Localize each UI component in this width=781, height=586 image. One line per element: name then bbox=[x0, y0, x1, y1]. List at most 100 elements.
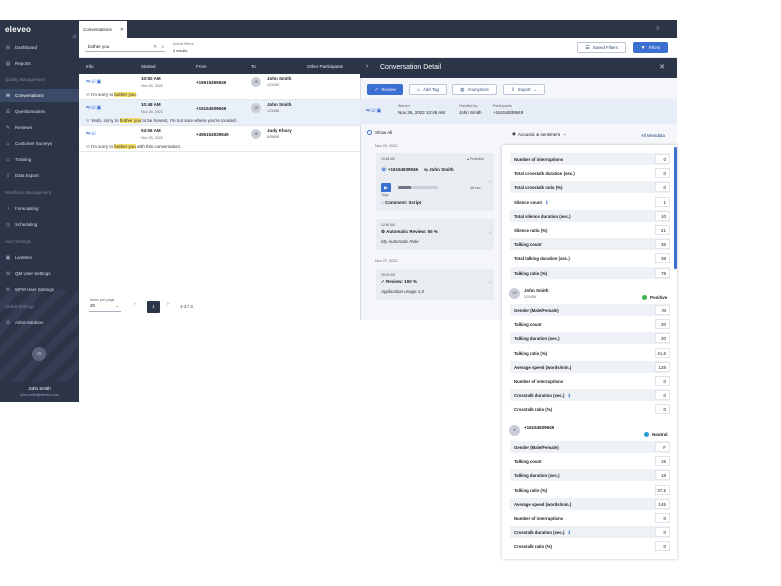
reports-icon: ▤ bbox=[5, 60, 11, 67]
anonymize-button[interactable]: ◍ Anonymize bbox=[452, 84, 497, 95]
user-avatar[interactable]: JS bbox=[32, 347, 46, 361]
sidebar-item-data-export[interactable]: ⇪ Data Export bbox=[0, 169, 79, 182]
card-time: 09:03 AM bbox=[381, 273, 395, 277]
sidebar-item-scheduling[interactable]: ◷ Scheduling bbox=[0, 218, 79, 231]
search-icon[interactable]: ⌕ bbox=[161, 44, 164, 49]
metadata-label: Silence count ℹ bbox=[514, 199, 548, 205]
sidebar-item-wfm-user-settings[interactable]: ⚙ WFM User Settings bbox=[0, 283, 79, 296]
started-value: Nov 26, 2022 10:48 AM bbox=[398, 110, 446, 115]
close-tab-icon[interactable]: ✕ bbox=[120, 27, 124, 33]
info-icon[interactable]: ℹ bbox=[568, 530, 570, 535]
metadata-value: 10 bbox=[655, 210, 670, 221]
schedule-icon: ◷ bbox=[5, 221, 11, 228]
items-per-page-select[interactable]: 20 ⌄ bbox=[89, 303, 121, 312]
page-current[interactable]: 1 bbox=[147, 301, 160, 313]
metadata-label: Crosstalk duration (sec.) ℹ bbox=[514, 530, 571, 536]
sidebar-item-training[interactable]: ▭ Training bbox=[0, 153, 79, 166]
clear-search-icon[interactable]: ✕ bbox=[153, 44, 157, 50]
chevron-right-icon[interactable]: › bbox=[489, 230, 491, 236]
settings-icon: ⚙ bbox=[5, 270, 11, 277]
next-page-icon[interactable]: › bbox=[167, 301, 169, 307]
sidebar-item-questionnaires[interactable]: ☰ Questionnaires bbox=[0, 105, 79, 118]
metadata-row: Silence count ℹ 1 bbox=[510, 196, 670, 208]
chevron-right-icon[interactable]: › bbox=[489, 280, 491, 286]
info-icon[interactable]: ℹ bbox=[546, 200, 548, 205]
anonymize-icon: ◍ bbox=[460, 86, 465, 93]
sentiment-dot bbox=[644, 432, 649, 437]
collapse-sidebar-icon[interactable]: ‹ bbox=[72, 34, 77, 39]
chevron-right-icon[interactable]: › bbox=[489, 179, 491, 185]
tab-conversations[interactable]: Conversations ✕ bbox=[79, 21, 127, 38]
col-started[interactable]: Started bbox=[141, 64, 156, 69]
col-from[interactable]: From bbox=[196, 64, 207, 69]
col-info[interactable]: Info bbox=[86, 64, 94, 69]
conversations-icon: ✉ bbox=[5, 92, 11, 99]
add-tag-button[interactable]: ⌂ Add Tag bbox=[409, 84, 447, 95]
sidebar-item-reviews[interactable]: ✎ Reviews bbox=[0, 121, 79, 134]
table-row[interactable]: ⇆☏▣ 10:48 AM Nov 26, 2022 +16154939949 J… bbox=[79, 100, 360, 126]
play-button[interactable]: ▶ bbox=[381, 183, 391, 192]
sidebar-item-qm-user-settings[interactable]: ⚙ QM User Settings bbox=[0, 267, 79, 280]
export-label: Export bbox=[518, 87, 531, 92]
sidebar-item-administration[interactable]: ⚙ Administration bbox=[0, 316, 79, 329]
sidebar-item-dashboard[interactable]: ⊞ Dashboard bbox=[0, 41, 79, 54]
chevron-down-icon: ⌄ bbox=[562, 131, 567, 136]
chevron-right-icon[interactable]: › bbox=[366, 63, 368, 70]
metadata-label: Crosstalk duration (sec.) ℹ bbox=[514, 393, 571, 399]
metadata-value: 0 bbox=[655, 168, 670, 179]
call-icons: ⇆☏▣ bbox=[366, 108, 382, 114]
export-button[interactable]: ⇪ Export ⌄ bbox=[503, 84, 545, 95]
col-to[interactable]: To bbox=[251, 64, 256, 69]
search-value: bother you bbox=[88, 44, 110, 49]
sidebar-item-label: Reviews bbox=[15, 125, 33, 130]
col-other-participants[interactable]: Other Participants bbox=[307, 64, 343, 69]
all-metadata-link[interactable]: All Metadata bbox=[641, 133, 665, 138]
metadata-label: Silence ratio (%) bbox=[514, 228, 548, 233]
metadata-label: Talking ratio (%) bbox=[514, 487, 548, 493]
sidebar-item-livemon[interactable]: ▣ LiveMon bbox=[0, 251, 79, 264]
row-to-id: 123456 bbox=[267, 109, 279, 113]
metadata-row: Talking ratio (%) 79 bbox=[510, 266, 670, 279]
timeline-card-review[interactable]: 09:03 AM ✓ Review: 100 % Application usa… bbox=[376, 269, 494, 300]
sidebar-item-conversations[interactable]: ✉ Conversations bbox=[0, 89, 79, 102]
snippet-pre: Yeah, sorry to bbox=[90, 118, 120, 123]
row-date: Nov 26, 2022 bbox=[141, 110, 163, 114]
timeline-card-call[interactable]: 10:48 AM 🔒︎ Protected ☏ +16154939949 ⇆ Jo… bbox=[376, 153, 494, 211]
filters-label: Filters bbox=[648, 45, 661, 50]
metadata-row: Talking count 15 bbox=[510, 455, 670, 467]
sidebar-item-reports[interactable]: ▤ Reports bbox=[0, 57, 79, 70]
active-filters-label: Active filters bbox=[173, 42, 194, 46]
timeline-card-auto-review[interactable]: 10:50 AM ⚙ Automatic Review: 55 % My Aut… bbox=[376, 219, 494, 250]
sidebar-item-label: Forecasting bbox=[15, 206, 39, 211]
scrollbar[interactable] bbox=[674, 147, 677, 269]
review-button[interactable]: ✓ Review bbox=[367, 84, 403, 95]
call-icons: ⇆☏ bbox=[86, 131, 97, 137]
conversation-meta: ⇆☏▣ Started Nov 26, 2022 10:48 AM Handle… bbox=[360, 99, 677, 124]
menu-icon[interactable]: ≡ bbox=[656, 26, 660, 32]
table-row[interactable]: ⇆☏ 04:56 AM Nov 25, 2022 +496154939949 J… bbox=[79, 126, 360, 152]
detail-title: Conversation Detail bbox=[380, 64, 442, 71]
avatar: JK bbox=[251, 129, 261, 139]
search-input[interactable]: bother you ✕ ⌕ bbox=[85, 42, 165, 52]
snippet-highlight: bother you bbox=[119, 118, 142, 123]
sidebar-item-forecasting[interactable]: ◔ Forecasting bbox=[0, 202, 79, 215]
avatar: JS bbox=[509, 288, 520, 299]
metadata-row: Silence ratio (%) 21 bbox=[510, 224, 670, 236]
sidebar-item-customer-surveys[interactable]: ☺ Customer Surveys bbox=[0, 137, 79, 150]
acoustic-sentiment-dropdown[interactable]: ◉ Acoustic & sentiment ⌄ bbox=[512, 131, 567, 137]
saved-filters-button[interactable]: ☰ Saved Filters bbox=[577, 42, 626, 53]
metadata-row: Total crosstalk duration (sec.) 0 bbox=[510, 167, 670, 179]
show-all-radio[interactable]: Show All bbox=[367, 130, 392, 135]
playback-progress[interactable] bbox=[398, 186, 438, 189]
metadata-value: 145 bbox=[655, 498, 670, 509]
call-icons: ⇆☏▣ bbox=[86, 105, 102, 111]
items-per-page-label: Items per page bbox=[90, 298, 115, 302]
metadata-row: Number of interruptions 0 bbox=[510, 153, 670, 165]
transcript-snippet: ✉ I'm sorry to bother you. bbox=[86, 92, 137, 98]
info-icon[interactable]: ℹ bbox=[568, 393, 570, 398]
speaker-name: John Smith bbox=[524, 288, 549, 293]
filters-button[interactable]: ▼ Filters bbox=[633, 42, 668, 53]
table-row[interactable]: ⇆☏▣ 10:50 AM Nov 26, 2022 +19615499949 J… bbox=[79, 74, 360, 100]
close-icon[interactable]: ✕ bbox=[659, 63, 665, 71]
prev-page-icon[interactable]: ‹ bbox=[134, 301, 136, 307]
